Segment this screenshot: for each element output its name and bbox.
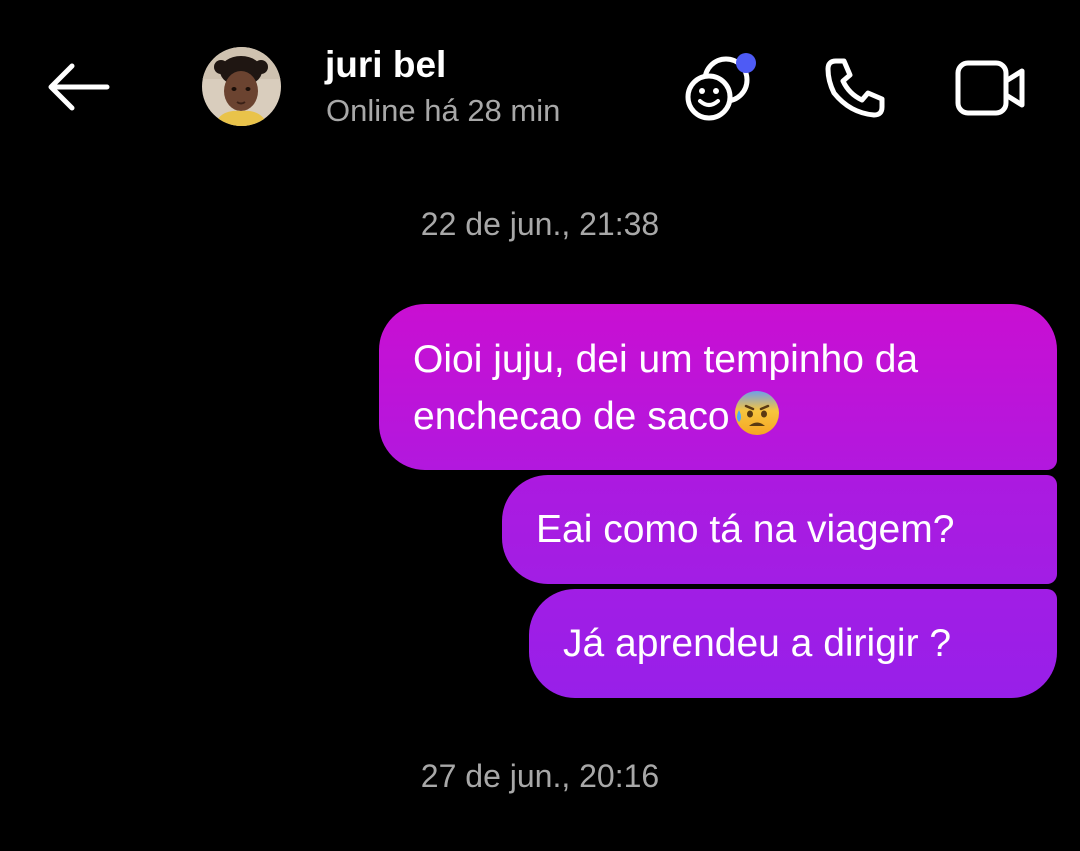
message-text-line: enchecao de saco [413,395,730,438]
sticker-faces-icon [685,53,756,121]
video-camera-icon [955,60,1025,116]
sticker-button[interactable] [680,50,760,126]
anxious-face-with-sweat-emoji-icon [734,391,779,435]
message-text-line: Oioi juju, dei um tempinho da [413,338,919,381]
message-timestamp: 22 de jun., 21:38 [420,206,660,242]
back-button[interactable] [40,52,116,122]
video-call-button[interactable] [950,50,1030,126]
outgoing-message-bubble[interactable]: Oioi juju, dei um tempinho da enchecao d… [379,304,1057,470]
outgoing-message-bubble[interactable]: Eai como tá na viagem? [502,475,1057,584]
voice-call-button[interactable] [818,50,892,126]
message-timestamp: 27 de jun., 20:16 [420,758,660,794]
outgoing-message-bubble[interactable]: Já aprendeu a dirigir ? [529,589,1057,698]
contact-status: Online há 28 min [326,93,561,128]
notification-dot [736,53,756,73]
arrow-left-icon [48,63,110,111]
chat-header: juri bel Online há 28 min [0,0,1080,170]
message-text: Já aprendeu a dirigir ? [563,622,952,665]
message-text: Eai como tá na viagem? [536,508,955,551]
avatar[interactable] [202,47,281,126]
phone-icon [825,58,885,118]
contact-name[interactable]: juri bel [325,44,446,86]
